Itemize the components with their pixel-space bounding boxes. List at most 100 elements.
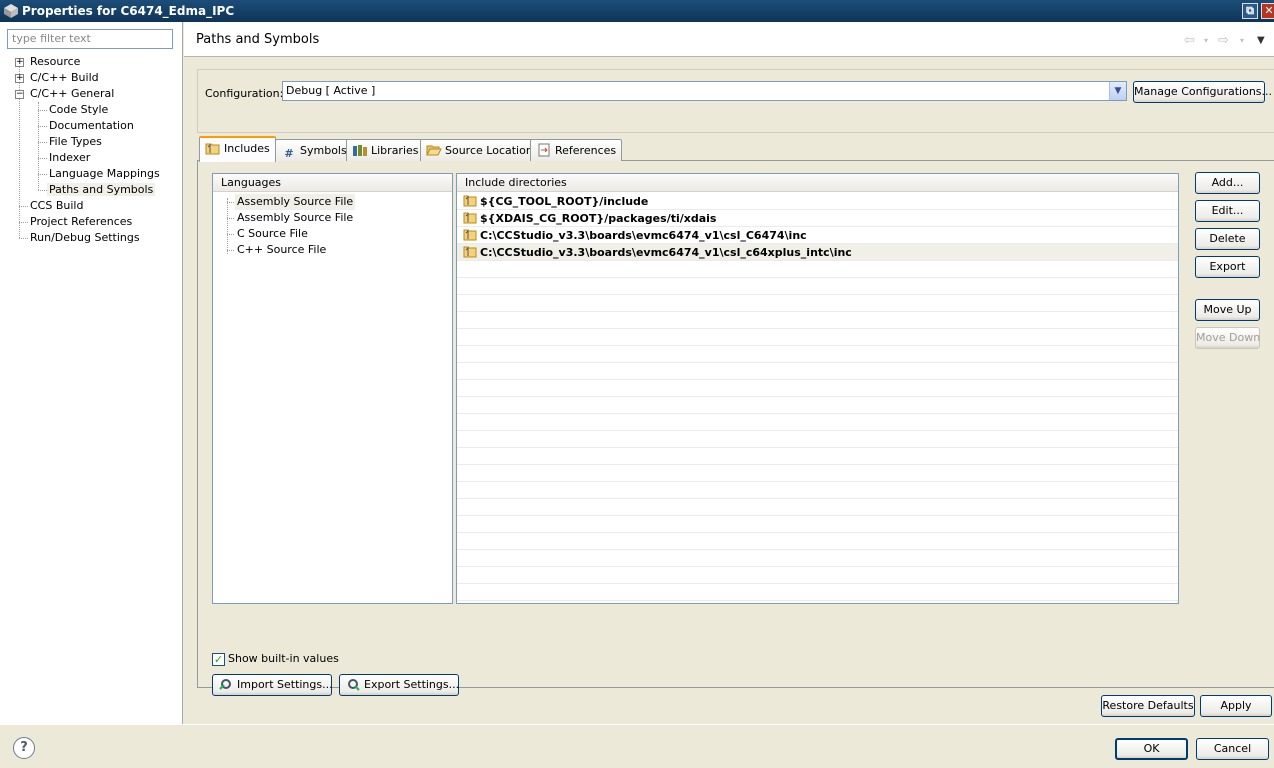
help-icon[interactable]: ? xyxy=(13,737,35,759)
tree-guide-line xyxy=(38,102,39,190)
table-row[interactable]: C:\CCStudio_v3.3\boards\evmc6474_v1\csl_… xyxy=(457,227,1178,244)
configuration-label: Configuration: xyxy=(205,87,284,100)
include-path: ${CG_TOOL_ROOT}/include xyxy=(463,193,648,210)
tree-guide-line xyxy=(227,234,234,235)
tree-item-resource[interactable]: Resource xyxy=(30,54,80,70)
table-row[interactable] xyxy=(457,550,1178,567)
tree-item-indexer[interactable]: Indexer xyxy=(49,150,90,166)
languages-column-header[interactable]: Languages xyxy=(213,174,452,192)
tree-item-file-types[interactable]: File Types xyxy=(49,134,102,150)
back-dropdown-icon[interactable]: ▾ xyxy=(1204,36,1208,45)
language-item[interactable]: Assembly Source File xyxy=(235,194,356,210)
table-row[interactable] xyxy=(457,312,1178,329)
restore-button[interactable]: ⧉ xyxy=(1242,3,1258,19)
tree-item-cpp-build[interactable]: C/C++ Build xyxy=(30,70,99,86)
chevron-down-icon[interactable]: ▼ xyxy=(1109,82,1126,100)
tab-label: Symbols xyxy=(300,144,347,157)
dialog-button-bar: ? OK Cancel xyxy=(0,724,1274,768)
edit-button[interactable]: Edit... xyxy=(1195,200,1260,222)
tree-item-label: CCS Build xyxy=(30,199,84,212)
cancel-button[interactable]: Cancel xyxy=(1196,738,1269,760)
tab-source-location[interactable]: Source Location xyxy=(420,139,539,161)
expand-toggle-resource[interactable]: + xyxy=(15,58,24,67)
table-row[interactable] xyxy=(457,499,1178,516)
include-directories-column-header[interactable]: Include directories xyxy=(457,174,1178,192)
tree-guide-line xyxy=(38,110,47,111)
table-row[interactable] xyxy=(457,516,1178,533)
close-button[interactable]: ✕ xyxy=(1261,3,1274,19)
tree-item-cpp-general[interactable]: C/C++ General xyxy=(30,86,114,102)
configuration-select[interactable]: Debug [ Active ] ▼ xyxy=(282,81,1127,101)
tab-includes[interactable]: Includes xyxy=(199,136,276,162)
tree-item-paths-and-symbols[interactable]: Paths and Symbols xyxy=(47,182,156,198)
tree-guide-line xyxy=(38,142,47,143)
manage-configurations-button[interactable]: Manage Configurations... xyxy=(1133,81,1272,103)
table-row[interactable] xyxy=(457,584,1178,601)
table-row[interactable] xyxy=(457,363,1178,380)
move-up-button[interactable]: Move Up xyxy=(1195,299,1260,321)
include-directories-table[interactable]: Include directories ${CG_TOOL_ROOT}/incl… xyxy=(456,173,1179,604)
table-row[interactable]: C:\CCStudio_v3.3\boards\evmc6474_v1\csl_… xyxy=(457,244,1178,261)
delete-button[interactable]: Delete xyxy=(1195,228,1260,250)
table-row[interactable] xyxy=(457,397,1178,414)
tab-symbols[interactable]: # Symbols xyxy=(275,139,353,161)
apply-button[interactable]: Apply xyxy=(1200,695,1272,717)
table-row[interactable] xyxy=(457,533,1178,550)
add-button[interactable]: Add... xyxy=(1195,172,1260,194)
tree-item-code-style[interactable]: Code Style xyxy=(49,102,108,118)
reference-icon xyxy=(538,143,550,157)
language-item[interactable]: Assembly Source File xyxy=(237,210,353,226)
table-row[interactable] xyxy=(457,482,1178,499)
tree-item-documentation[interactable]: Documentation xyxy=(49,118,134,134)
export-settings-button[interactable]: Export Settings... xyxy=(339,674,459,696)
folder-icon xyxy=(205,143,220,155)
export-settings-label: Export Settings... xyxy=(364,678,460,691)
show-builtin-checkbox[interactable]: ✓ xyxy=(212,653,225,666)
tree-item-language-mappings[interactable]: Language Mappings xyxy=(49,166,160,182)
ok-button[interactable]: OK xyxy=(1115,738,1188,760)
tree-guide-line xyxy=(19,238,28,239)
language-item[interactable]: C Source File xyxy=(237,226,308,242)
restore-defaults-button[interactable]: Restore Defaults xyxy=(1101,695,1195,717)
expand-toggle-cpp-build[interactable]: + xyxy=(15,74,24,83)
tab-libraries[interactable]: Libraries xyxy=(346,139,425,161)
include-path: C:\CCStudio_v3.3\boards\evmc6474_v1\csl_… xyxy=(463,227,807,244)
table-row[interactable] xyxy=(457,329,1178,346)
table-row[interactable] xyxy=(457,380,1178,397)
include-folder-icon xyxy=(463,195,477,207)
table-row[interactable] xyxy=(457,295,1178,312)
tree-item-project-references[interactable]: Project References xyxy=(30,214,132,230)
show-builtin-label[interactable]: Show built-in values xyxy=(228,652,339,665)
tab-label: References xyxy=(555,144,617,157)
title-bar: Properties for C6474_Edma_IPC ⧉ ✕ xyxy=(0,0,1274,22)
collapse-toggle-cpp-general[interactable]: − xyxy=(15,90,24,99)
forward-arrow-icon[interactable]: ⇨ xyxy=(1218,33,1229,48)
tab-references[interactable]: References xyxy=(530,139,623,161)
table-row[interactable] xyxy=(457,261,1178,278)
move-down-button[interactable]: Move Down xyxy=(1195,327,1260,349)
table-row[interactable] xyxy=(457,278,1178,295)
app-icon xyxy=(4,4,18,18)
table-row[interactable]: ${XDAIS_CG_ROOT}/packages/ti/xdais xyxy=(457,210,1178,227)
page-title: Paths and Symbols xyxy=(196,32,320,47)
languages-list[interactable]: Languages Assembly Source File Assembly … xyxy=(212,173,453,604)
table-row[interactable] xyxy=(457,448,1178,465)
forward-dropdown-icon[interactable]: ▾ xyxy=(1240,36,1244,45)
table-row[interactable] xyxy=(457,567,1178,584)
export-button[interactable]: Export xyxy=(1195,256,1260,278)
configuration-value: Debug [ Active ] xyxy=(286,84,376,97)
import-settings-button[interactable]: Import Settings... xyxy=(212,674,333,696)
language-item[interactable]: C++ Source File xyxy=(237,242,326,258)
table-row[interactable] xyxy=(457,414,1178,431)
view-menu-icon[interactable]: ▼ xyxy=(1257,35,1265,46)
tree-item-ccs-build[interactable]: CCS Build xyxy=(30,198,83,214)
back-arrow-icon[interactable]: ⇦ xyxy=(1184,33,1195,48)
table-row[interactable]: ${CG_TOOL_ROOT}/include xyxy=(457,193,1178,210)
table-row[interactable] xyxy=(457,431,1178,448)
table-row[interactable] xyxy=(457,465,1178,482)
tree-guide-line xyxy=(38,174,47,175)
filter-input[interactable]: type filter text xyxy=(7,29,173,49)
table-row[interactable] xyxy=(457,346,1178,363)
include-folder-icon xyxy=(463,246,477,258)
tree-item-run-debug-settings[interactable]: Run/Debug Settings xyxy=(30,230,140,246)
